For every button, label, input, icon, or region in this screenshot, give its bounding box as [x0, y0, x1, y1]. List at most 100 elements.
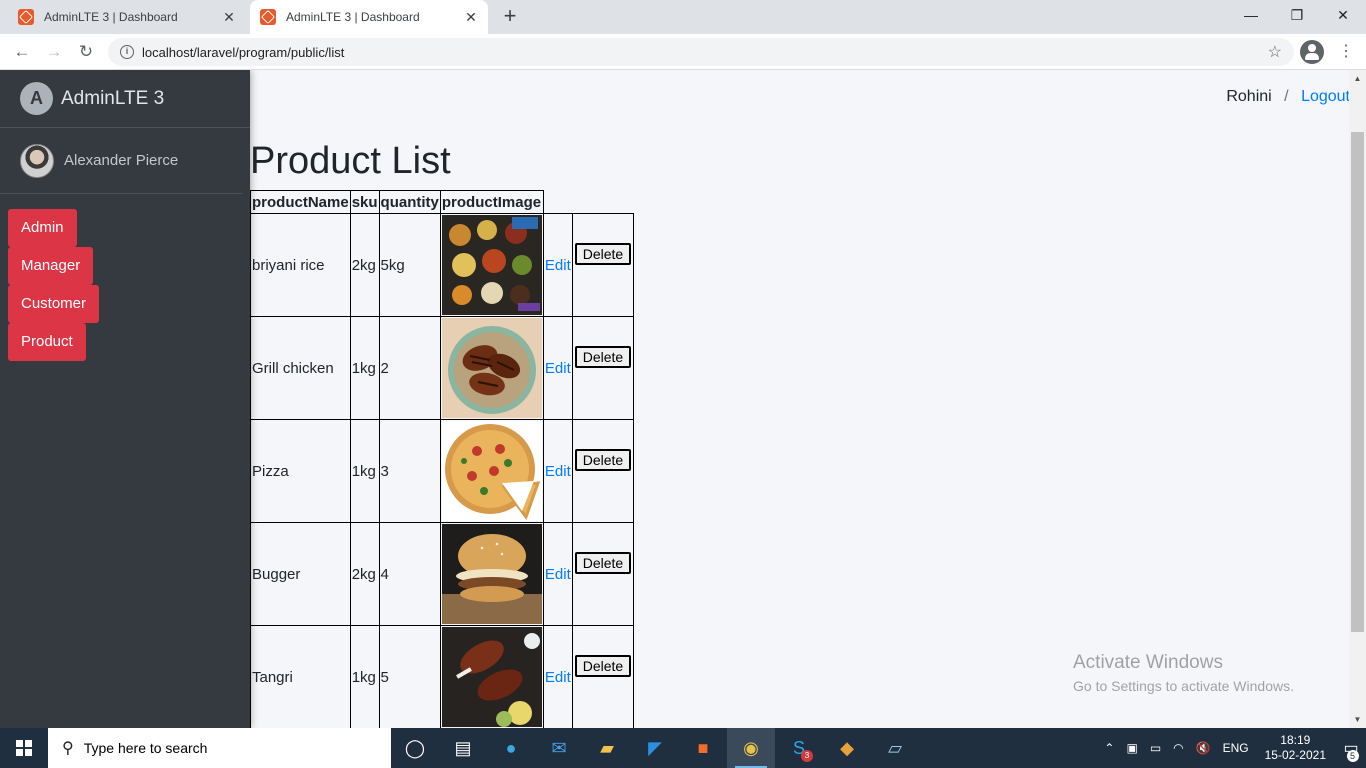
- product-name-cell: Pizza: [250, 419, 351, 523]
- edit-cell: Edit: [542, 316, 573, 420]
- sidebar-item-product[interactable]: Product: [8, 323, 86, 361]
- git-icon[interactable]: ◆: [823, 728, 871, 768]
- sidebar-item-manager[interactable]: Manager: [8, 247, 94, 285]
- product-table: productName sku quantity productImage br…: [250, 190, 635, 728]
- breadcrumb-separator: /: [1284, 88, 1289, 105]
- bookmark-star-icon[interactable]: ☆: [1268, 42, 1282, 62]
- file-explorer-icon[interactable]: ▰: [583, 728, 631, 768]
- browser-tab-2[interactable]: AdminLTE 3 | Dashboard ✕: [250, 0, 488, 34]
- logout-link[interactable]: Logout: [1301, 88, 1350, 105]
- delete-cell: Delete: [571, 625, 635, 728]
- user-name[interactable]: Alexander Pierce: [64, 152, 178, 169]
- top-nav: Rohini / Logout: [1226, 88, 1350, 106]
- notepad-icon[interactable]: ▱: [871, 728, 919, 768]
- xampp-icon[interactable]: ■: [679, 728, 727, 768]
- brand-text: AdminLTE 3: [61, 87, 165, 109]
- main-sidebar: A AdminLTE 3 Alexander Pierce Admin Mana…: [0, 70, 250, 728]
- wifi-icon[interactable]: ◠: [1173, 741, 1183, 755]
- edit-link[interactable]: Edit: [545, 360, 571, 377]
- kebab-menu-icon[interactable]: ⋮: [1336, 42, 1356, 62]
- tab-title: AdminLTE 3 | Dashboard: [44, 10, 178, 24]
- quantity-cell: 3: [378, 419, 441, 523]
- delete-cell: Delete: [571, 316, 635, 420]
- meet-now-icon[interactable]: ▣: [1126, 741, 1137, 755]
- task-view-icon[interactable]: ▤: [439, 728, 487, 768]
- delete-button[interactable]: Delete: [574, 448, 632, 471]
- delete-cell: Delete: [571, 213, 635, 317]
- quantity-cell: 4: [378, 522, 441, 626]
- scroll-up-arrow-icon[interactable]: ▲: [1349, 70, 1366, 87]
- edit-link[interactable]: Edit: [545, 257, 571, 274]
- window-close-icon[interactable]: ✕: [1320, 0, 1366, 30]
- sidebar-nav: Admin Manager Customer Product: [0, 194, 250, 361]
- mail-icon[interactable]: ✉: [535, 728, 583, 768]
- skype-icon[interactable]: S3: [775, 728, 823, 768]
- product-image-cell: [439, 316, 544, 420]
- brand-link[interactable]: A AdminLTE 3: [0, 70, 250, 128]
- grill-chicken-image: [441, 318, 542, 418]
- forward-arrow-icon[interactable]: →: [42, 40, 66, 64]
- info-icon[interactable]: i: [120, 45, 134, 59]
- browser-toolbar: ← → ↻ i localhost/laravel/program/public…: [0, 34, 1366, 70]
- new-tab-plus-icon[interactable]: +: [498, 5, 522, 29]
- page-scrollbar[interactable]: ▲ ▼: [1349, 70, 1366, 728]
- clock-time: 18:19: [1280, 733, 1311, 747]
- url-text[interactable]: localhost/laravel/program/public/list: [142, 45, 344, 60]
- product-name-cell: Grill chicken: [250, 316, 351, 420]
- language-indicator[interactable]: ENG: [1223, 741, 1249, 755]
- reload-icon[interactable]: ↻: [74, 40, 98, 64]
- empty-header: [543, 191, 572, 214]
- profile-avatar-icon[interactable]: [1300, 40, 1324, 64]
- delete-button[interactable]: Delete: [574, 345, 632, 368]
- back-arrow-icon[interactable]: ←: [10, 40, 34, 64]
- close-icon[interactable]: ✕: [220, 8, 238, 26]
- delete-button[interactable]: Delete: [574, 654, 632, 677]
- product-image-cell: [439, 213, 544, 317]
- edit-link[interactable]: Edit: [545, 463, 571, 480]
- burger-image: [441, 524, 542, 624]
- chevron-up-icon[interactable]: ⌃: [1104, 741, 1114, 755]
- notification-center-icon[interactable]: ▭ 5: [1336, 733, 1366, 763]
- close-icon[interactable]: ✕: [462, 8, 480, 26]
- scroll-down-arrow-icon[interactable]: ▼: [1349, 711, 1366, 728]
- edit-cell: Edit: [542, 522, 573, 626]
- cortana-icon[interactable]: ◯: [391, 728, 439, 768]
- search-placeholder: Type here to search: [83, 740, 208, 756]
- scroll-thumb[interactable]: [1351, 132, 1364, 632]
- quantity-cell: 2: [378, 316, 441, 420]
- address-bar[interactable]: i localhost/laravel/program/public/list …: [108, 38, 1294, 66]
- minimize-icon[interactable]: —: [1228, 0, 1274, 30]
- product-image-cell: [439, 522, 544, 626]
- tab-title: AdminLTE 3 | Dashboard: [286, 10, 420, 24]
- edit-link[interactable]: Edit: [545, 669, 571, 686]
- column-header: productImage: [439, 190, 544, 214]
- avatar: [20, 143, 54, 178]
- delete-button[interactable]: Delete: [574, 242, 632, 265]
- sidebar-item-customer[interactable]: Customer: [8, 285, 100, 323]
- product-image-cell: [439, 419, 544, 523]
- column-header: quantity: [378, 190, 441, 214]
- current-user: Rohini: [1226, 88, 1272, 105]
- sku-cell: 2kg: [349, 213, 380, 317]
- browser-tab-1[interactable]: AdminLTE 3 | Dashboard ✕: [8, 0, 246, 34]
- sku-cell: 2kg: [349, 522, 380, 626]
- product-name-cell: Bugger: [250, 522, 351, 626]
- sidebar-item-admin[interactable]: Admin: [8, 209, 77, 247]
- volume-muted-icon[interactable]: 🔇: [1196, 741, 1211, 755]
- chrome-icon[interactable]: ◉: [727, 728, 775, 768]
- product-name-cell: Tangri: [250, 625, 351, 728]
- edit-link[interactable]: Edit: [545, 566, 571, 583]
- table-row: Tangri 1kg 5 Edit Delete: [250, 625, 635, 728]
- edge-icon[interactable]: ●: [487, 728, 535, 768]
- restore-icon[interactable]: ❐: [1274, 0, 1320, 30]
- table-row: briyani rice 2kg 5kg Edit Delete: [250, 213, 635, 317]
- delete-button[interactable]: Delete: [574, 551, 632, 574]
- taskbar-search-input[interactable]: ⚲ Type here to search: [48, 728, 391, 768]
- battery-icon[interactable]: ▭: [1150, 741, 1161, 755]
- windows-start-icon[interactable]: [0, 728, 48, 768]
- empty-header: [572, 191, 633, 214]
- edit-cell: Edit: [542, 213, 573, 317]
- vscode-icon[interactable]: ◤: [631, 728, 679, 768]
- user-panel: Alexander Pierce: [0, 128, 242, 194]
- clock[interactable]: 18:19 15-02-2021: [1265, 733, 1326, 763]
